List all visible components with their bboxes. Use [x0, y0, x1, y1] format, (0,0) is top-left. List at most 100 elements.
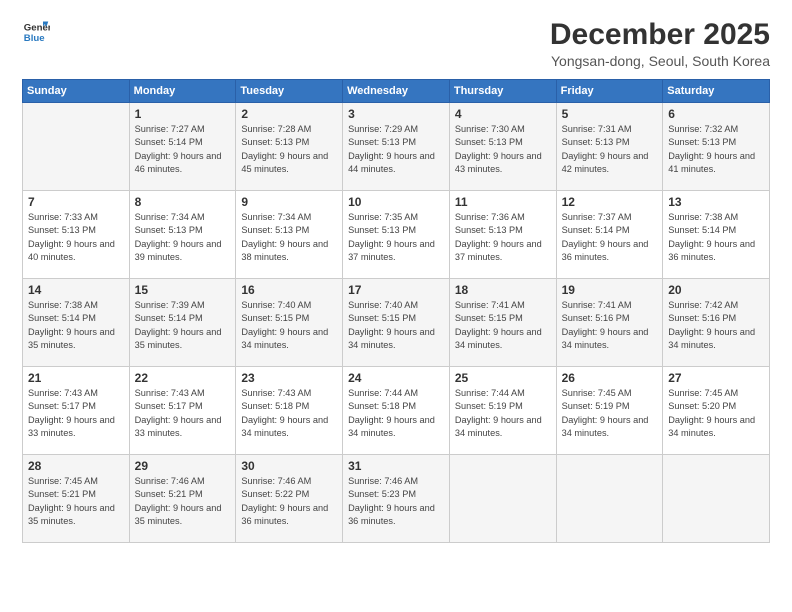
week-row-3: 14 Sunrise: 7:38 AM Sunset: 5:14 PM Dayli…: [23, 279, 770, 367]
col-monday: Monday: [129, 80, 236, 103]
col-saturday: Saturday: [663, 80, 770, 103]
cell-content: 4Sunrise: 7:30 AM Sunset: 5:13 PM Daylig…: [455, 107, 551, 176]
day-number: 10: [348, 195, 444, 209]
day-detail: Sunrise: 7:27 AM Sunset: 5:14 PM Dayligh…: [135, 123, 231, 176]
cell-content: 24 Sunrise: 7:44 AM Sunset: 5:18 PM Dayli…: [348, 371, 444, 440]
cell-content: 23Sunrise: 7:43 AM Sunset: 5:18 PM Dayli…: [241, 371, 337, 440]
day-detail: Sunrise: 7:28 AM Sunset: 5:13 PM Dayligh…: [241, 123, 337, 176]
col-tuesday: Tuesday: [236, 80, 343, 103]
day-detail: Sunrise: 7:44 AM Sunset: 5:18 PM Dayligh…: [348, 387, 444, 440]
cell-content: 9 Sunrise: 7:34 AM Sunset: 5:13 PM Daylig…: [241, 195, 337, 264]
table-cell: 11 Sunrise: 7:36 AM Sunset: 5:13 PM Dayli…: [449, 191, 556, 279]
day-number: 26: [562, 371, 658, 385]
table-cell: 6Sunrise: 7:32 AM Sunset: 5:13 PM Daylig…: [663, 103, 770, 191]
day-detail: Sunrise: 7:46 AM Sunset: 5:23 PM Dayligh…: [348, 475, 444, 528]
table-cell: 12 Sunrise: 7:37 AM Sunset: 5:14 PM Dayli…: [556, 191, 663, 279]
subtitle: Yongsan-dong, Seoul, South Korea: [550, 53, 770, 69]
table-cell: 18Sunrise: 7:41 AM Sunset: 5:15 PM Dayli…: [449, 279, 556, 367]
cell-content: 11 Sunrise: 7:36 AM Sunset: 5:13 PM Dayli…: [455, 195, 551, 264]
cell-content: 17Sunrise: 7:40 AM Sunset: 5:15 PM Dayli…: [348, 283, 444, 352]
day-number: 15: [135, 283, 231, 297]
calendar-header-row: Sunday Monday Tuesday Wednesday Thursday…: [23, 80, 770, 103]
table-cell: 26 Sunrise: 7:45 AM Sunset: 5:19 PM Dayli…: [556, 367, 663, 455]
main-title: December 2025: [550, 18, 770, 51]
cell-content: 21 Sunrise: 7:43 AM Sunset: 5:17 PM Dayli…: [28, 371, 124, 440]
day-number: 30: [241, 459, 337, 473]
cell-content: 25 Sunrise: 7:44 AM Sunset: 5:19 PM Dayli…: [455, 371, 551, 440]
table-cell: 28 Sunrise: 7:45 AM Sunset: 5:21 PM Dayli…: [23, 455, 130, 543]
table-cell: 19Sunrise: 7:41 AM Sunset: 5:16 PM Dayli…: [556, 279, 663, 367]
cell-content: 30Sunrise: 7:46 AM Sunset: 5:22 PM Dayli…: [241, 459, 337, 528]
table-cell: 4Sunrise: 7:30 AM Sunset: 5:13 PM Daylig…: [449, 103, 556, 191]
svg-text:Blue: Blue: [24, 33, 45, 44]
cell-content: 15Sunrise: 7:39 AM Sunset: 5:14 PM Dayli…: [135, 283, 231, 352]
day-number: 21: [28, 371, 124, 385]
day-number: 29: [135, 459, 231, 473]
day-number: 31: [348, 459, 444, 473]
day-number: 14: [28, 283, 124, 297]
table-cell: 9 Sunrise: 7:34 AM Sunset: 5:13 PM Daylig…: [236, 191, 343, 279]
cell-content: 18Sunrise: 7:41 AM Sunset: 5:15 PM Dayli…: [455, 283, 551, 352]
day-detail: Sunrise: 7:34 AM Sunset: 5:13 PM Dayligh…: [135, 211, 231, 264]
table-cell: 27Sunrise: 7:45 AM Sunset: 5:20 PM Dayli…: [663, 367, 770, 455]
cell-content: 2 Sunrise: 7:28 AM Sunset: 5:13 PM Daylig…: [241, 107, 337, 176]
col-friday: Friday: [556, 80, 663, 103]
cell-content: 7Sunrise: 7:33 AM Sunset: 5:13 PM Daylig…: [28, 195, 124, 264]
cell-content: 14 Sunrise: 7:38 AM Sunset: 5:14 PM Dayli…: [28, 283, 124, 352]
cell-content: 22Sunrise: 7:43 AM Sunset: 5:17 PM Dayli…: [135, 371, 231, 440]
table-cell: [449, 455, 556, 543]
day-detail: Sunrise: 7:30 AM Sunset: 5:13 PM Dayligh…: [455, 123, 551, 176]
day-detail: Sunrise: 7:36 AM Sunset: 5:13 PM Dayligh…: [455, 211, 551, 264]
day-number: 24: [348, 371, 444, 385]
day-number: 11: [455, 195, 551, 209]
cell-content: 27Sunrise: 7:45 AM Sunset: 5:20 PM Dayli…: [668, 371, 764, 440]
cell-content: 16 Sunrise: 7:40 AM Sunset: 5:15 PM Dayli…: [241, 283, 337, 352]
cell-content: 31 Sunrise: 7:46 AM Sunset: 5:23 PM Dayli…: [348, 459, 444, 528]
day-detail: Sunrise: 7:37 AM Sunset: 5:14 PM Dayligh…: [562, 211, 658, 264]
day-number: 23: [241, 371, 337, 385]
day-detail: Sunrise: 7:44 AM Sunset: 5:19 PM Dayligh…: [455, 387, 551, 440]
table-cell: 15Sunrise: 7:39 AM Sunset: 5:14 PM Dayli…: [129, 279, 236, 367]
cell-content: 6Sunrise: 7:32 AM Sunset: 5:13 PM Daylig…: [668, 107, 764, 176]
day-number: 9: [241, 195, 337, 209]
table-cell: 2 Sunrise: 7:28 AM Sunset: 5:13 PM Daylig…: [236, 103, 343, 191]
day-number: 12: [562, 195, 658, 209]
day-number: 16: [241, 283, 337, 297]
table-cell: 3Sunrise: 7:29 AM Sunset: 5:13 PM Daylig…: [343, 103, 450, 191]
day-detail: Sunrise: 7:45 AM Sunset: 5:19 PM Dayligh…: [562, 387, 658, 440]
day-number: 8: [135, 195, 231, 209]
table-cell: 23Sunrise: 7:43 AM Sunset: 5:18 PM Dayli…: [236, 367, 343, 455]
table-cell: [23, 103, 130, 191]
day-detail: Sunrise: 7:29 AM Sunset: 5:13 PM Dayligh…: [348, 123, 444, 176]
week-row-4: 21 Sunrise: 7:43 AM Sunset: 5:17 PM Dayli…: [23, 367, 770, 455]
col-wednesday: Wednesday: [343, 80, 450, 103]
table-cell: 7Sunrise: 7:33 AM Sunset: 5:13 PM Daylig…: [23, 191, 130, 279]
day-detail: Sunrise: 7:43 AM Sunset: 5:17 PM Dayligh…: [28, 387, 124, 440]
day-number: 28: [28, 459, 124, 473]
table-cell: 13 Sunrise: 7:38 AM Sunset: 5:14 PM Dayli…: [663, 191, 770, 279]
title-block: December 2025 Yongsan-dong, Seoul, South…: [550, 18, 770, 69]
day-detail: Sunrise: 7:38 AM Sunset: 5:14 PM Dayligh…: [28, 299, 124, 352]
day-detail: Sunrise: 7:31 AM Sunset: 5:13 PM Dayligh…: [562, 123, 658, 176]
day-detail: Sunrise: 7:35 AM Sunset: 5:13 PM Dayligh…: [348, 211, 444, 264]
day-number: 6: [668, 107, 764, 121]
day-number: 25: [455, 371, 551, 385]
day-detail: Sunrise: 7:40 AM Sunset: 5:15 PM Dayligh…: [348, 299, 444, 352]
cell-content: 8 Sunrise: 7:34 AM Sunset: 5:13 PM Daylig…: [135, 195, 231, 264]
cell-content: 26 Sunrise: 7:45 AM Sunset: 5:19 PM Dayli…: [562, 371, 658, 440]
table-cell: 20Sunrise: 7:42 AM Sunset: 5:16 PM Dayli…: [663, 279, 770, 367]
table-cell: 10 Sunrise: 7:35 AM Sunset: 5:13 PM Dayli…: [343, 191, 450, 279]
day-number: 22: [135, 371, 231, 385]
table-cell: 16 Sunrise: 7:40 AM Sunset: 5:15 PM Dayli…: [236, 279, 343, 367]
day-detail: Sunrise: 7:45 AM Sunset: 5:21 PM Dayligh…: [28, 475, 124, 528]
cell-content: 29Sunrise: 7:46 AM Sunset: 5:21 PM Dayli…: [135, 459, 231, 528]
table-cell: 5Sunrise: 7:31 AM Sunset: 5:13 PM Daylig…: [556, 103, 663, 191]
table-cell: 31 Sunrise: 7:46 AM Sunset: 5:23 PM Dayli…: [343, 455, 450, 543]
day-number: 2: [241, 107, 337, 121]
day-detail: Sunrise: 7:34 AM Sunset: 5:13 PM Dayligh…: [241, 211, 337, 264]
day-detail: Sunrise: 7:38 AM Sunset: 5:14 PM Dayligh…: [668, 211, 764, 264]
day-detail: Sunrise: 7:42 AM Sunset: 5:16 PM Dayligh…: [668, 299, 764, 352]
day-number: 13: [668, 195, 764, 209]
table-cell: 21 Sunrise: 7:43 AM Sunset: 5:17 PM Dayli…: [23, 367, 130, 455]
day-detail: Sunrise: 7:40 AM Sunset: 5:15 PM Dayligh…: [241, 299, 337, 352]
